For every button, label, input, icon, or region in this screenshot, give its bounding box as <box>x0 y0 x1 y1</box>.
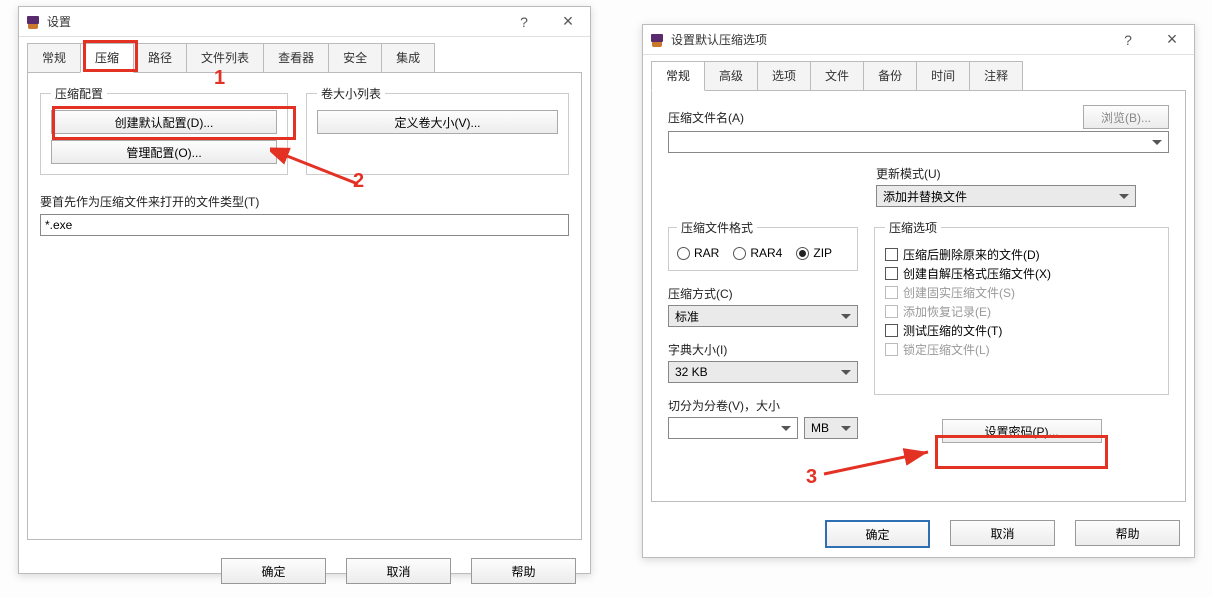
tab-general[interactable]: 常规 <box>27 43 81 72</box>
tab-advanced[interactable]: 高级 <box>704 61 758 90</box>
help-button[interactable]: 帮助 <box>1075 520 1180 546</box>
tab-time[interactable]: 时间 <box>916 61 970 90</box>
dict-value: 32 KB <box>675 365 708 379</box>
tab-security[interactable]: 安全 <box>328 43 382 72</box>
tab-comment[interactable]: 注释 <box>969 61 1023 90</box>
split-unit-value: MB <box>811 421 829 435</box>
tab-files[interactable]: 文件 <box>810 61 864 90</box>
define-volumes-button[interactable]: 定义卷大小(V)... <box>317 110 558 134</box>
split-unit-select[interactable]: MB <box>804 417 858 439</box>
split-label: 切分为分卷(V)，大小 <box>668 397 858 414</box>
tab-paths[interactable]: 路径 <box>133 43 187 72</box>
opt-delete-after[interactable]: 压缩后删除原来的文件(D) <box>885 246 1158 263</box>
chevron-down-icon <box>1119 194 1129 199</box>
split-size-combo[interactable] <box>668 417 798 439</box>
annotation-number-1: 1 <box>214 67 225 90</box>
ok-button[interactable]: 确定 <box>221 558 326 584</box>
tab-options[interactable]: 选项 <box>757 61 811 90</box>
format-rar-radio[interactable]: RAR <box>677 246 719 260</box>
window-title: 设置 <box>47 13 502 30</box>
format-rar4-radio[interactable]: RAR4 <box>733 246 782 260</box>
method-select[interactable]: 标准 <box>668 305 858 327</box>
annotation-number-3: 3 <box>806 466 817 489</box>
cancel-button[interactable]: 取消 <box>346 558 451 584</box>
manage-profiles-button[interactable]: 管理配置(O)... <box>51 140 277 164</box>
update-mode-value: 添加并替换文件 <box>883 188 967 205</box>
format-zip-radio[interactable]: ZIP <box>796 246 832 260</box>
annotation-number-2: 2 <box>353 170 364 193</box>
chevron-down-icon <box>841 370 851 375</box>
archive-format-group: 压缩文件格式 RAR RAR4 ZIP <box>668 219 858 271</box>
chevron-down-icon <box>841 314 851 319</box>
volume-list-legend: 卷大小列表 <box>317 85 385 102</box>
titlebar: 设置默认压缩选项 ? × <box>643 25 1194 55</box>
tab-viewer[interactable]: 查看器 <box>263 43 329 72</box>
settings-tabs: 常规 压缩 路径 文件列表 查看器 安全 集成 <box>19 37 590 72</box>
app-icon <box>25 14 41 30</box>
dialog-buttons: 确定 取消 帮助 <box>19 548 590 598</box>
help-button[interactable]: 帮助 <box>471 558 576 584</box>
tab-integration[interactable]: 集成 <box>381 43 435 72</box>
opt-test[interactable]: 测试压缩的文件(T) <box>885 322 1158 339</box>
arrow-icon-3 <box>820 444 940 480</box>
dialog-buttons: 确定 取消 帮助 <box>643 510 1194 562</box>
update-mode-label: 更新模式(U) <box>876 165 1169 182</box>
tab-backup[interactable]: 备份 <box>863 61 917 90</box>
compression-options-group: 压缩选项 压缩后删除原来的文件(D) 创建自解压格式压缩文件(X) 创建固实压缩… <box>874 219 1169 395</box>
help-icon[interactable]: ? <box>502 7 546 37</box>
opt-sfx[interactable]: 创建自解压格式压缩文件(X) <box>885 265 1158 282</box>
opt-recovery: 添加恢复记录(E) <box>885 303 1158 320</box>
close-icon[interactable]: × <box>546 7 590 37</box>
general-panel: 压缩文件名(A) 浏览(B)... 更新模式(U) 添加并替换文件 压缩文件格式 <box>651 90 1186 502</box>
update-mode-select[interactable]: 添加并替换文件 <box>876 185 1136 207</box>
ok-button[interactable]: 确定 <box>825 520 930 548</box>
set-password-button[interactable]: 设置密码(P)... <box>942 419 1102 443</box>
window-title: 设置默认压缩选项 <box>671 31 1106 48</box>
opt-lock: 锁定压缩文件(L) <box>885 341 1158 358</box>
opt-solid: 创建固实压缩文件(S) <box>885 284 1158 301</box>
archive-name-combo[interactable] <box>668 131 1169 153</box>
settings-window: 设置 ? × 常规 压缩 路径 文件列表 查看器 安全 集成 压缩配置 创建默认… <box>18 6 591 574</box>
dict-label: 字典大小(I) <box>668 341 858 358</box>
titlebar: 设置 ? × <box>19 7 590 37</box>
archive-format-legend: 压缩文件格式 <box>677 219 757 236</box>
chevron-down-icon <box>1152 140 1162 145</box>
browse-button[interactable]: 浏览(B)... <box>1083 105 1169 129</box>
tab-general[interactable]: 常规 <box>651 61 705 91</box>
close-icon[interactable]: × <box>1150 25 1194 55</box>
chevron-down-icon <box>841 426 851 431</box>
open-as-archive-input[interactable] <box>40 214 569 236</box>
tab-compression[interactable]: 压缩 <box>80 43 134 73</box>
create-default-profile-button[interactable]: 创建默认配置(D)... <box>51 110 277 134</box>
cancel-button[interactable]: 取消 <box>950 520 1055 546</box>
compression-options-tabs: 常规 高级 选项 文件 备份 时间 注释 <box>643 55 1194 90</box>
dict-select[interactable]: 32 KB <box>668 361 858 383</box>
method-value: 标准 <box>675 308 699 325</box>
archive-name-label: 压缩文件名(A) <box>668 109 1075 126</box>
app-icon <box>649 32 665 48</box>
method-label: 压缩方式(C) <box>668 285 858 302</box>
chevron-down-icon <box>781 426 791 431</box>
compression-profile-legend: 压缩配置 <box>51 85 107 102</box>
help-icon[interactable]: ? <box>1106 25 1150 55</box>
compression-profile-group: 压缩配置 创建默认配置(D)... 管理配置(O)... <box>40 85 288 175</box>
compression-options-legend: 压缩选项 <box>885 219 941 236</box>
